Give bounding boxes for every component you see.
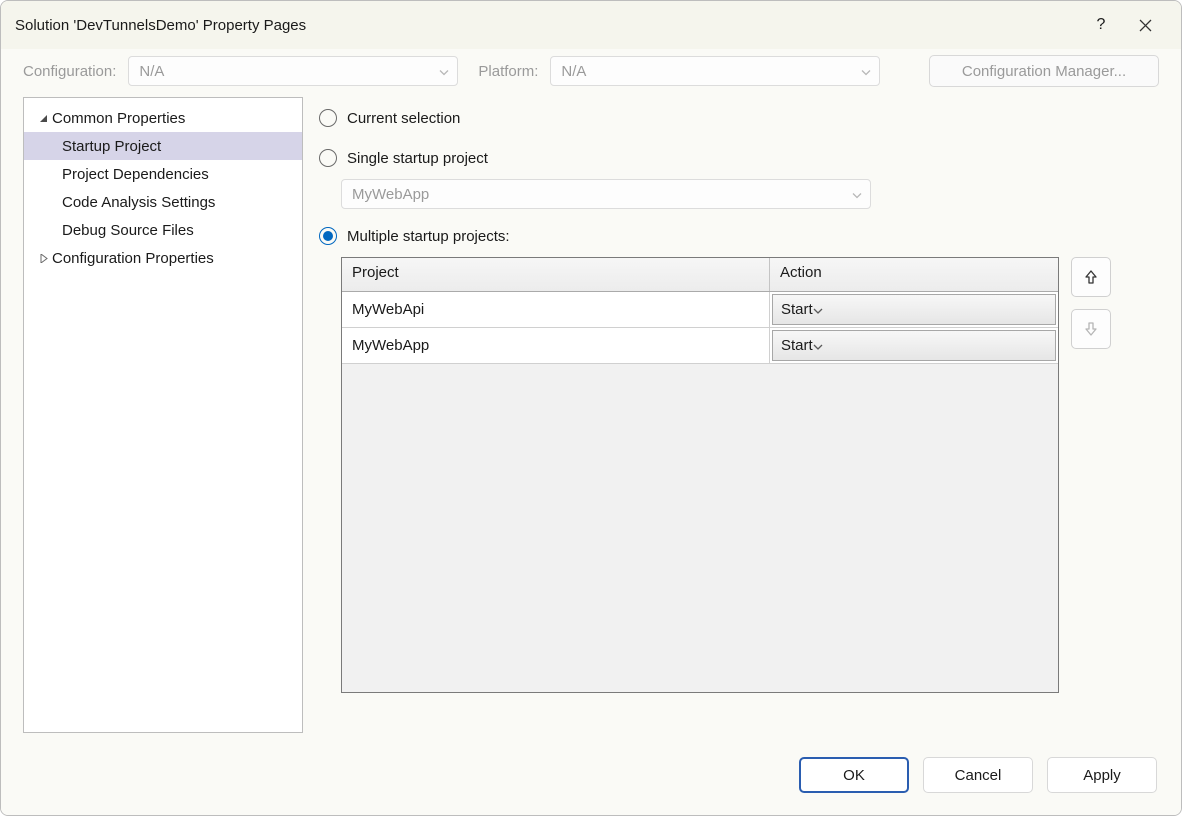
configuration-label: Configuration: [23, 63, 116, 80]
chevron-down-icon [813, 301, 823, 318]
configuration-manager-button: Configuration Manager... [929, 55, 1159, 87]
window-title: Solution 'DevTunnelsDemo' Property Pages [15, 17, 1079, 34]
chevron-down-icon [439, 63, 449, 80]
chevron-down-icon [852, 186, 862, 203]
cell-project: MyWebApp [342, 328, 770, 363]
titlebar: Solution 'DevTunnelsDemo' Property Pages… [1, 1, 1181, 49]
grid-row[interactable]: MyWebApi Start [342, 292, 1058, 328]
radio-multiple-startup[interactable]: Multiple startup projects: [317, 219, 1159, 253]
radio-icon [319, 109, 337, 127]
grid-header: Project Action [342, 258, 1058, 292]
action-combo[interactable]: Start [772, 294, 1056, 325]
radio-single-startup[interactable]: Single startup project [317, 141, 1159, 175]
arrow-up-icon [1084, 269, 1098, 285]
tree-node-configuration-properties[interactable]: Configuration Properties [24, 244, 302, 272]
tree-node-debug-source-files[interactable]: Debug Source Files [24, 216, 302, 244]
radio-current-selection[interactable]: Current selection [317, 101, 1159, 135]
startup-project-panel: Current selection Single startup project… [317, 97, 1159, 733]
col-header-action[interactable]: Action [770, 258, 1058, 291]
cell-project: MyWebApi [342, 292, 770, 327]
ok-button[interactable]: OK [799, 757, 909, 793]
platform-combo: N/A [550, 56, 880, 86]
help-button[interactable]: ? [1079, 9, 1123, 41]
configuration-combo: N/A [128, 56, 458, 86]
radio-icon [319, 227, 337, 245]
expander-expanded-icon[interactable] [34, 114, 52, 123]
startup-projects-grid[interactable]: Project Action MyWebApi Start [341, 257, 1059, 693]
tree-node-project-dependencies[interactable]: Project Dependencies [24, 160, 302, 188]
move-down-button [1071, 309, 1111, 349]
dialog-body: Common Properties Startup Project Projec… [1, 97, 1181, 743]
category-tree[interactable]: Common Properties Startup Project Projec… [23, 97, 303, 733]
chevron-down-icon [813, 337, 823, 354]
move-up-button[interactable] [1071, 257, 1111, 297]
property-pages-dialog: Solution 'DevTunnelsDemo' Property Pages… [0, 0, 1182, 816]
close-button[interactable] [1123, 9, 1167, 41]
arrow-down-icon [1084, 321, 1098, 337]
radio-icon [319, 149, 337, 167]
configuration-bar: Configuration: N/A Platform: N/A Configu… [1, 49, 1181, 97]
action-combo[interactable]: Start [772, 330, 1056, 361]
close-icon [1139, 19, 1152, 32]
tree-node-code-analysis-settings[interactable]: Code Analysis Settings [24, 188, 302, 216]
single-startup-combo: MyWebApp [341, 179, 871, 209]
grid-row[interactable]: MyWebApp Start [342, 328, 1058, 364]
apply-button[interactable]: Apply [1047, 757, 1157, 793]
col-header-project[interactable]: Project [342, 258, 770, 291]
dialog-footer: OK Cancel Apply [1, 743, 1181, 815]
chevron-down-icon [861, 63, 871, 80]
expander-collapsed-icon[interactable] [34, 254, 52, 263]
cancel-button[interactable]: Cancel [923, 757, 1033, 793]
tree-node-startup-project[interactable]: Startup Project [24, 132, 302, 160]
platform-label: Platform: [478, 63, 538, 80]
tree-node-common-properties[interactable]: Common Properties [24, 104, 302, 132]
